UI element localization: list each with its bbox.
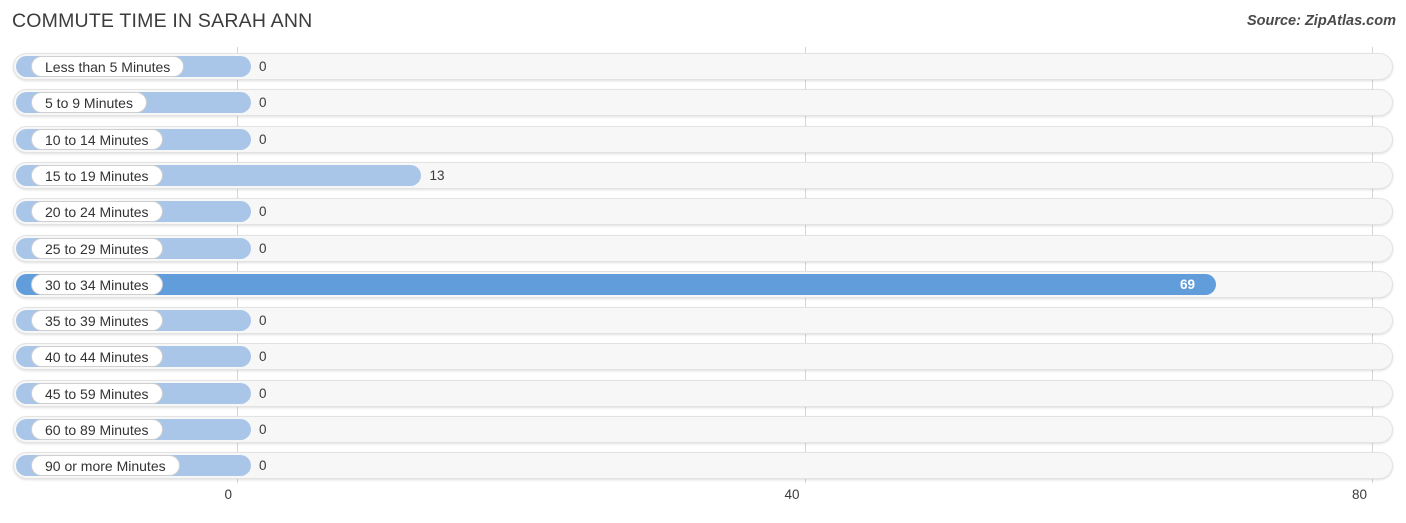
bar-category-label: 10 to 14 Minutes: [31, 128, 163, 150]
page-title: COMMUTE TIME IN SARAH ANN: [12, 10, 313, 32]
bar-category-label: 45 to 59 Minutes: [31, 382, 163, 404]
bar-value-outside: 0: [259, 204, 267, 220]
x-tick-label: 80: [1351, 487, 1367, 502]
bar-row[interactable]: Less than 5 Minutes 0: [13, 53, 1393, 80]
x-tick-label: 0: [224, 487, 232, 502]
bar-row[interactable]: 45 to 59 Minutes 0: [13, 379, 1393, 407]
bar-value-outside: 0: [259, 349, 267, 365]
bar-category-label: 5 to 9 Minutes: [31, 92, 147, 114]
bar-row[interactable]: 20 to 24 Minutes 0: [13, 198, 1393, 226]
bar-value-outside: 0: [259, 240, 267, 256]
bar-category-label: 40 to 44 Minutes: [31, 346, 163, 368]
bar-value-outside: 0: [259, 385, 267, 401]
bar-value-outside: 0: [259, 313, 267, 329]
bar-value-outside: 0: [259, 59, 267, 74]
bar-value-outside: 0: [259, 95, 267, 111]
bar-category-label: 35 to 39 Minutes: [31, 310, 163, 332]
bar-value-inside: 69: [1179, 276, 1195, 292]
bar-category-label: 90 or more Minutes: [31, 455, 180, 477]
bar-value-outside: 0: [259, 422, 267, 437]
chart-header: COMMUTE TIME IN SARAH ANN Source: ZipAtl…: [0, 0, 1406, 45]
bar-row[interactable]: 5 to 9 Minutes 0: [13, 89, 1393, 117]
bar-row[interactable]: 40 to 44 Minutes 0: [13, 343, 1393, 371]
bar-category-label: 15 to 19 Minutes: [31, 164, 163, 186]
bar-row[interactable]: 90 or more Minutes 0: [13, 452, 1393, 480]
bar-row[interactable]: 35 to 39 Minutes 0: [13, 307, 1393, 335]
bar-row[interactable]: 25 to 29 Minutes 0: [13, 234, 1393, 262]
x-tick-label: 40: [784, 487, 800, 502]
bar-row[interactable]: 60 to 89 Minutes 0: [13, 416, 1393, 443]
bar-row[interactable]: 30 to 34 Minutes 69: [13, 270, 1393, 298]
x-axis: 0 40 80: [0, 487, 1406, 509]
plot-area: Less than 5 Minutes 0 5 to 9 Minutes 0 10 to…: [0, 45, 1406, 485]
bar-fill: [16, 273, 1216, 295]
bar-value-outside: 0: [259, 458, 267, 474]
bar-category-label: 30 to 34 Minutes: [31, 273, 163, 295]
bar-value-outside: 13: [429, 167, 445, 183]
bar-category-label: Less than 5 Minutes: [31, 56, 185, 77]
bar-category-label: 25 to 29 Minutes: [31, 237, 163, 259]
bar-value-outside: 0: [259, 131, 267, 147]
bar-category-label: 20 to 24 Minutes: [31, 201, 163, 223]
bar-row[interactable]: 15 to 19 Minutes 13: [13, 161, 1393, 189]
source-attribution: Source: ZipAtlas.com: [1246, 13, 1396, 29]
bar-rows: Less than 5 Minutes 0 5 to 9 Minutes 0 10 to…: [0, 45, 1406, 485]
bar-row[interactable]: 10 to 14 Minutes 0: [13, 125, 1393, 153]
bar-category-label: 60 to 89 Minutes: [31, 419, 163, 440]
